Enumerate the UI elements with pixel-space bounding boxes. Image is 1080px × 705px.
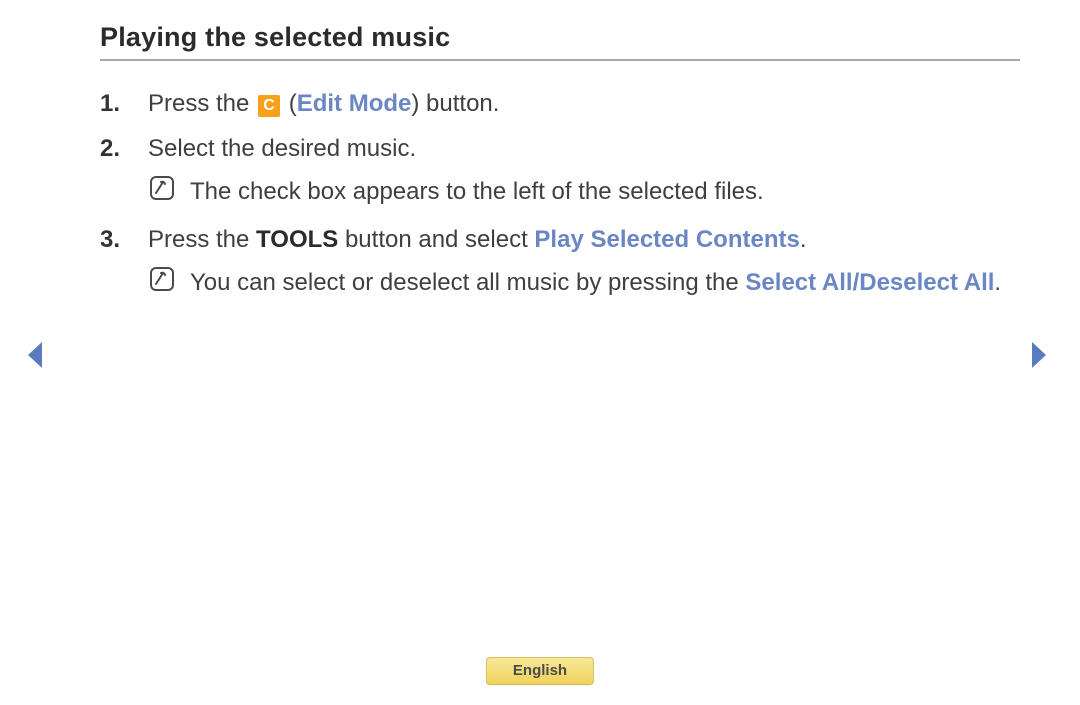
note-row: The check box appears to the left of the…: [148, 173, 1020, 210]
manual-page: Playing the selected music 1. Press the …: [0, 0, 1080, 705]
text-segment: button and select: [338, 226, 534, 253]
step-body: Select the desired music. The check box …: [148, 130, 1020, 212]
text-segment: .: [800, 226, 807, 253]
next-page-arrow[interactable]: [1028, 340, 1050, 375]
c-button-badge: C: [258, 95, 280, 117]
step-3: 3. Press the TOOLS button and select Pla…: [100, 221, 1020, 303]
step-2: 2. Select the desired music. The check b…: [100, 130, 1020, 212]
language-badge: English: [486, 657, 594, 685]
note-text: You can select or deselect all music by …: [190, 264, 1020, 301]
text-segment: .: [994, 269, 1001, 296]
text-segment: Press the: [148, 90, 256, 117]
note-icon: [148, 173, 176, 210]
page-title: Playing the selected music: [100, 22, 1020, 61]
step-number: 1.: [100, 85, 148, 122]
note-text: The check box appears to the left of the…: [190, 173, 1020, 210]
step-number: 2.: [100, 130, 148, 212]
text-segment: ) button.: [411, 90, 499, 117]
step-text: Select the desired music.: [148, 130, 1020, 167]
step-1: 1. Press the C (Edit Mode) button.: [100, 85, 1020, 122]
note-row: You can select or deselect all music by …: [148, 264, 1020, 301]
step-body: Press the C (Edit Mode) button.: [148, 85, 1020, 122]
step-body: Press the TOOLS button and select Play S…: [148, 221, 1020, 303]
instruction-list: 1. Press the C (Edit Mode) button. 2. Se…: [100, 85, 1020, 303]
tools-label: TOOLS: [256, 226, 338, 253]
text-segment: Press the: [148, 226, 256, 253]
edit-mode-label: Edit Mode: [297, 90, 412, 117]
prev-page-arrow[interactable]: [24, 340, 46, 375]
text-segment: (: [282, 90, 297, 117]
step-text: Press the TOOLS button and select Play S…: [148, 221, 1020, 258]
select-all-label: Select All/Deselect All: [745, 269, 994, 296]
step-number: 3.: [100, 221, 148, 303]
text-segment: You can select or deselect all music by …: [190, 269, 745, 296]
play-selected-label: Play Selected Contents: [534, 226, 799, 253]
note-icon: [148, 264, 176, 301]
